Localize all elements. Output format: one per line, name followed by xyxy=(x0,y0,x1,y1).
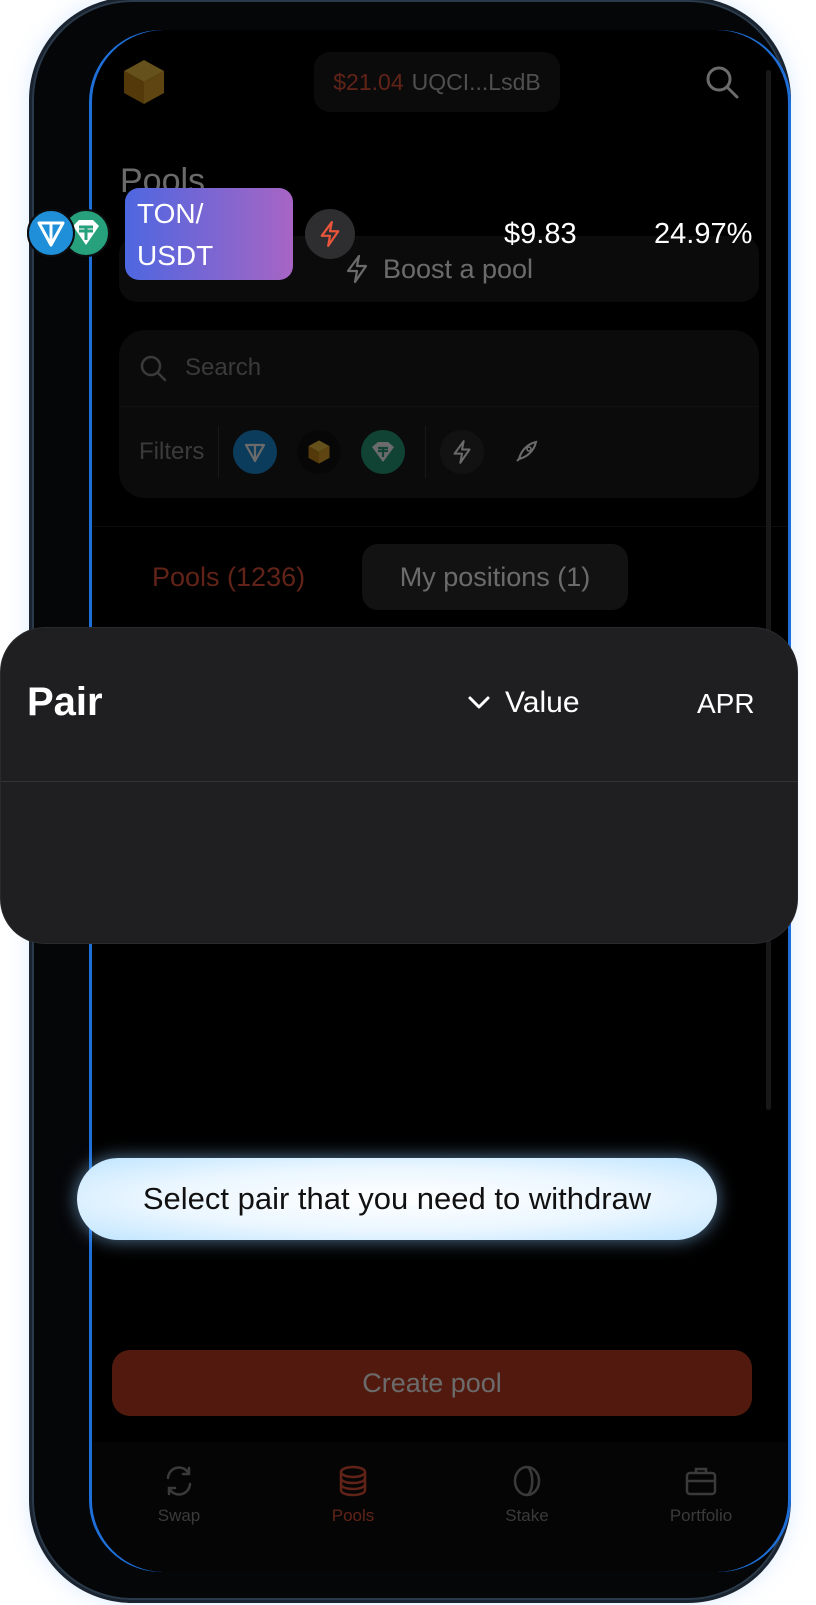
search-icon[interactable] xyxy=(704,64,740,100)
section-divider xyxy=(92,526,788,527)
column-pair[interactable]: Pair xyxy=(27,680,103,725)
scrollbar[interactable] xyxy=(766,70,771,1110)
boost-pool-label: Boost a pool xyxy=(382,253,534,284)
boost-lightning-icon xyxy=(305,209,355,259)
app-logo-icon[interactable] xyxy=(120,58,168,106)
row-value: $9.83 xyxy=(504,218,577,250)
nav-stake-label: Stake xyxy=(505,1506,549,1525)
filter-ton-icon[interactable] xyxy=(233,430,278,474)
instruction-tooltip: Select pair that you need to withdraw xyxy=(77,1158,717,1240)
nav-pools[interactable]: Pools xyxy=(266,1442,440,1572)
pool-table-card: Pair Value APR xyxy=(1,628,797,943)
search-filter-panel: Search Filters xyxy=(119,330,759,498)
stake-icon xyxy=(513,1465,541,1497)
filter-lightning-icon[interactable] xyxy=(440,430,485,474)
search-input[interactable]: Search xyxy=(119,330,759,407)
tab-pools[interactable]: Pools (1236) xyxy=(152,562,305,593)
filter-rocket-icon[interactable] xyxy=(504,430,548,474)
wallet-pill[interactable]: $21.04 UQCI...LsdB xyxy=(314,52,560,112)
tab-my-positions[interactable]: My positions (1) xyxy=(362,544,628,610)
nav-portfolio-label: Portfolio xyxy=(669,1506,733,1525)
portfolio-icon xyxy=(685,1467,717,1496)
nav-pools-label: Pools xyxy=(331,1506,375,1525)
column-apr[interactable]: APR xyxy=(697,688,755,720)
lightning-icon xyxy=(346,254,368,284)
pair-line-2: USDT xyxy=(137,240,214,271)
row-apr: 24.97% xyxy=(654,218,753,250)
pools-icon xyxy=(339,1465,367,1497)
pair-line-1: TON/ xyxy=(137,198,204,229)
column-value[interactable]: Value xyxy=(467,686,580,720)
nav-stake[interactable]: Stake xyxy=(440,1442,614,1572)
filter-divider-2 xyxy=(425,426,427,478)
filter-row: Filters xyxy=(119,406,759,498)
nav-portfolio[interactable]: Portfolio xyxy=(614,1442,788,1572)
search-field-icon xyxy=(140,355,167,382)
chevron-down-icon xyxy=(468,696,490,709)
pair-tag[interactable]: TON/ USDT xyxy=(125,188,293,280)
filter-cube-icon[interactable] xyxy=(297,430,342,474)
search-placeholder: Search xyxy=(185,354,262,381)
table-header: Pair Value APR xyxy=(1,628,797,782)
wallet-balance: $21.04 xyxy=(333,68,404,95)
filters-label: Filters xyxy=(139,438,205,465)
table-row[interactable] xyxy=(1,782,797,942)
swap-icon xyxy=(166,1466,192,1496)
nav-swap[interactable]: Swap xyxy=(92,1442,266,1572)
filter-divider xyxy=(218,426,220,478)
wallet-address: UQCI...LsdB xyxy=(411,68,541,95)
bottom-navigation: Swap Pools Stake Portfolio xyxy=(92,1442,788,1572)
create-pool-button[interactable]: Create pool xyxy=(112,1350,752,1416)
column-value-label: Value xyxy=(505,686,580,719)
ton-token-icon-front xyxy=(27,209,75,262)
filter-usdt-icon[interactable] xyxy=(361,430,406,474)
nav-swap-label: Swap xyxy=(157,1506,201,1525)
